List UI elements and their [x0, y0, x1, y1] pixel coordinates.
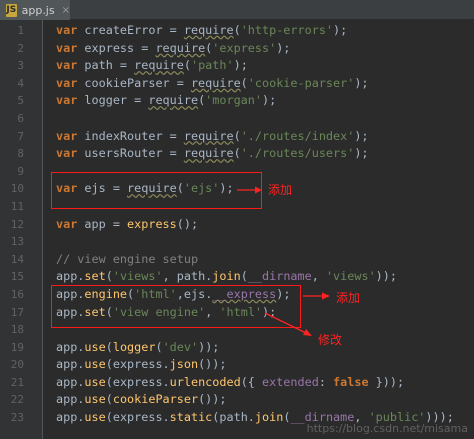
line-number: 8 — [17, 147, 24, 161]
annotation-modify: 修改 — [318, 333, 343, 347]
highlight-box-ejs-require — [51, 172, 262, 209]
line-number: 21 — [10, 375, 24, 389]
code-line: 15 app.set('views', path.join(__dirname, … — [0, 268, 474, 286]
line-number: 23 — [10, 411, 24, 425]
code-line: 13 — [0, 233, 474, 251]
watermark: https://blog.csdn.net/misama — [306, 422, 468, 435]
line-number: 2 — [17, 41, 24, 55]
line-number: 4 — [17, 76, 24, 90]
editor-tabbar: JS app.js × — [0, 0, 474, 20]
line-number: 17 — [10, 305, 24, 319]
line-number: 6 — [17, 111, 24, 125]
code-line: 19 app.use(logger('dev')); — [0, 339, 474, 357]
tab-label: app.js — [21, 3, 55, 17]
code-line: 6 — [0, 110, 474, 128]
line-number: 14 — [10, 252, 24, 266]
code-line: 3 var path = require('path'); — [0, 57, 474, 75]
line-number: 7 — [17, 129, 24, 143]
line-number: 22 — [10, 393, 24, 407]
line-number: 1 — [17, 24, 24, 37]
javascript-file-icon: JS — [6, 3, 17, 17]
tab-app-js[interactable]: JS app.js × — [0, 0, 70, 20]
line-number: 16 — [10, 287, 24, 301]
line-number: 10 — [10, 182, 24, 196]
code-line: 12 var app = express(); — [0, 216, 474, 234]
annotation-add-2: 添加 — [336, 291, 361, 305]
code-line: 5 var logger = require('morgan'); — [0, 92, 474, 110]
code-line: 7 var indexRouter = require('./routes/ind… — [0, 128, 474, 146]
line-number: 13 — [10, 235, 24, 249]
code-line: 22 app.use(cookieParser()); — [0, 391, 474, 409]
highlight-box-view-engine — [51, 285, 301, 328]
line-number: 12 — [10, 217, 24, 231]
code-line: 2 var express = require('express'); — [0, 40, 474, 58]
line-number: 19 — [10, 340, 24, 354]
code-line: 4 var cookieParser = require('cookie-pars… — [0, 75, 474, 93]
line-number: 18 — [10, 323, 24, 337]
code-line: 20 app.use(express.json()); — [0, 356, 474, 374]
code-line: 1 var createError = require('http-errors'… — [0, 22, 474, 40]
close-icon[interactable]: × — [62, 5, 70, 16]
line-number: 9 — [17, 164, 24, 178]
code-editor[interactable]: 1 var createError = require('http-errors'… — [0, 22, 474, 427]
code-line: 14// view engine setup — [0, 251, 474, 269]
annotation-add-1: 添加 — [268, 183, 293, 197]
code-line: 21 app.use(express.urlencoded({ extended:… — [0, 374, 474, 392]
line-number: 5 — [17, 94, 24, 108]
line-number: 11 — [10, 199, 24, 213]
code-line: 8 var usersRouter = require('./routes/use… — [0, 145, 474, 163]
line-number: 15 — [10, 270, 24, 284]
line-number: 20 — [10, 358, 24, 372]
line-number: 3 — [17, 59, 24, 73]
